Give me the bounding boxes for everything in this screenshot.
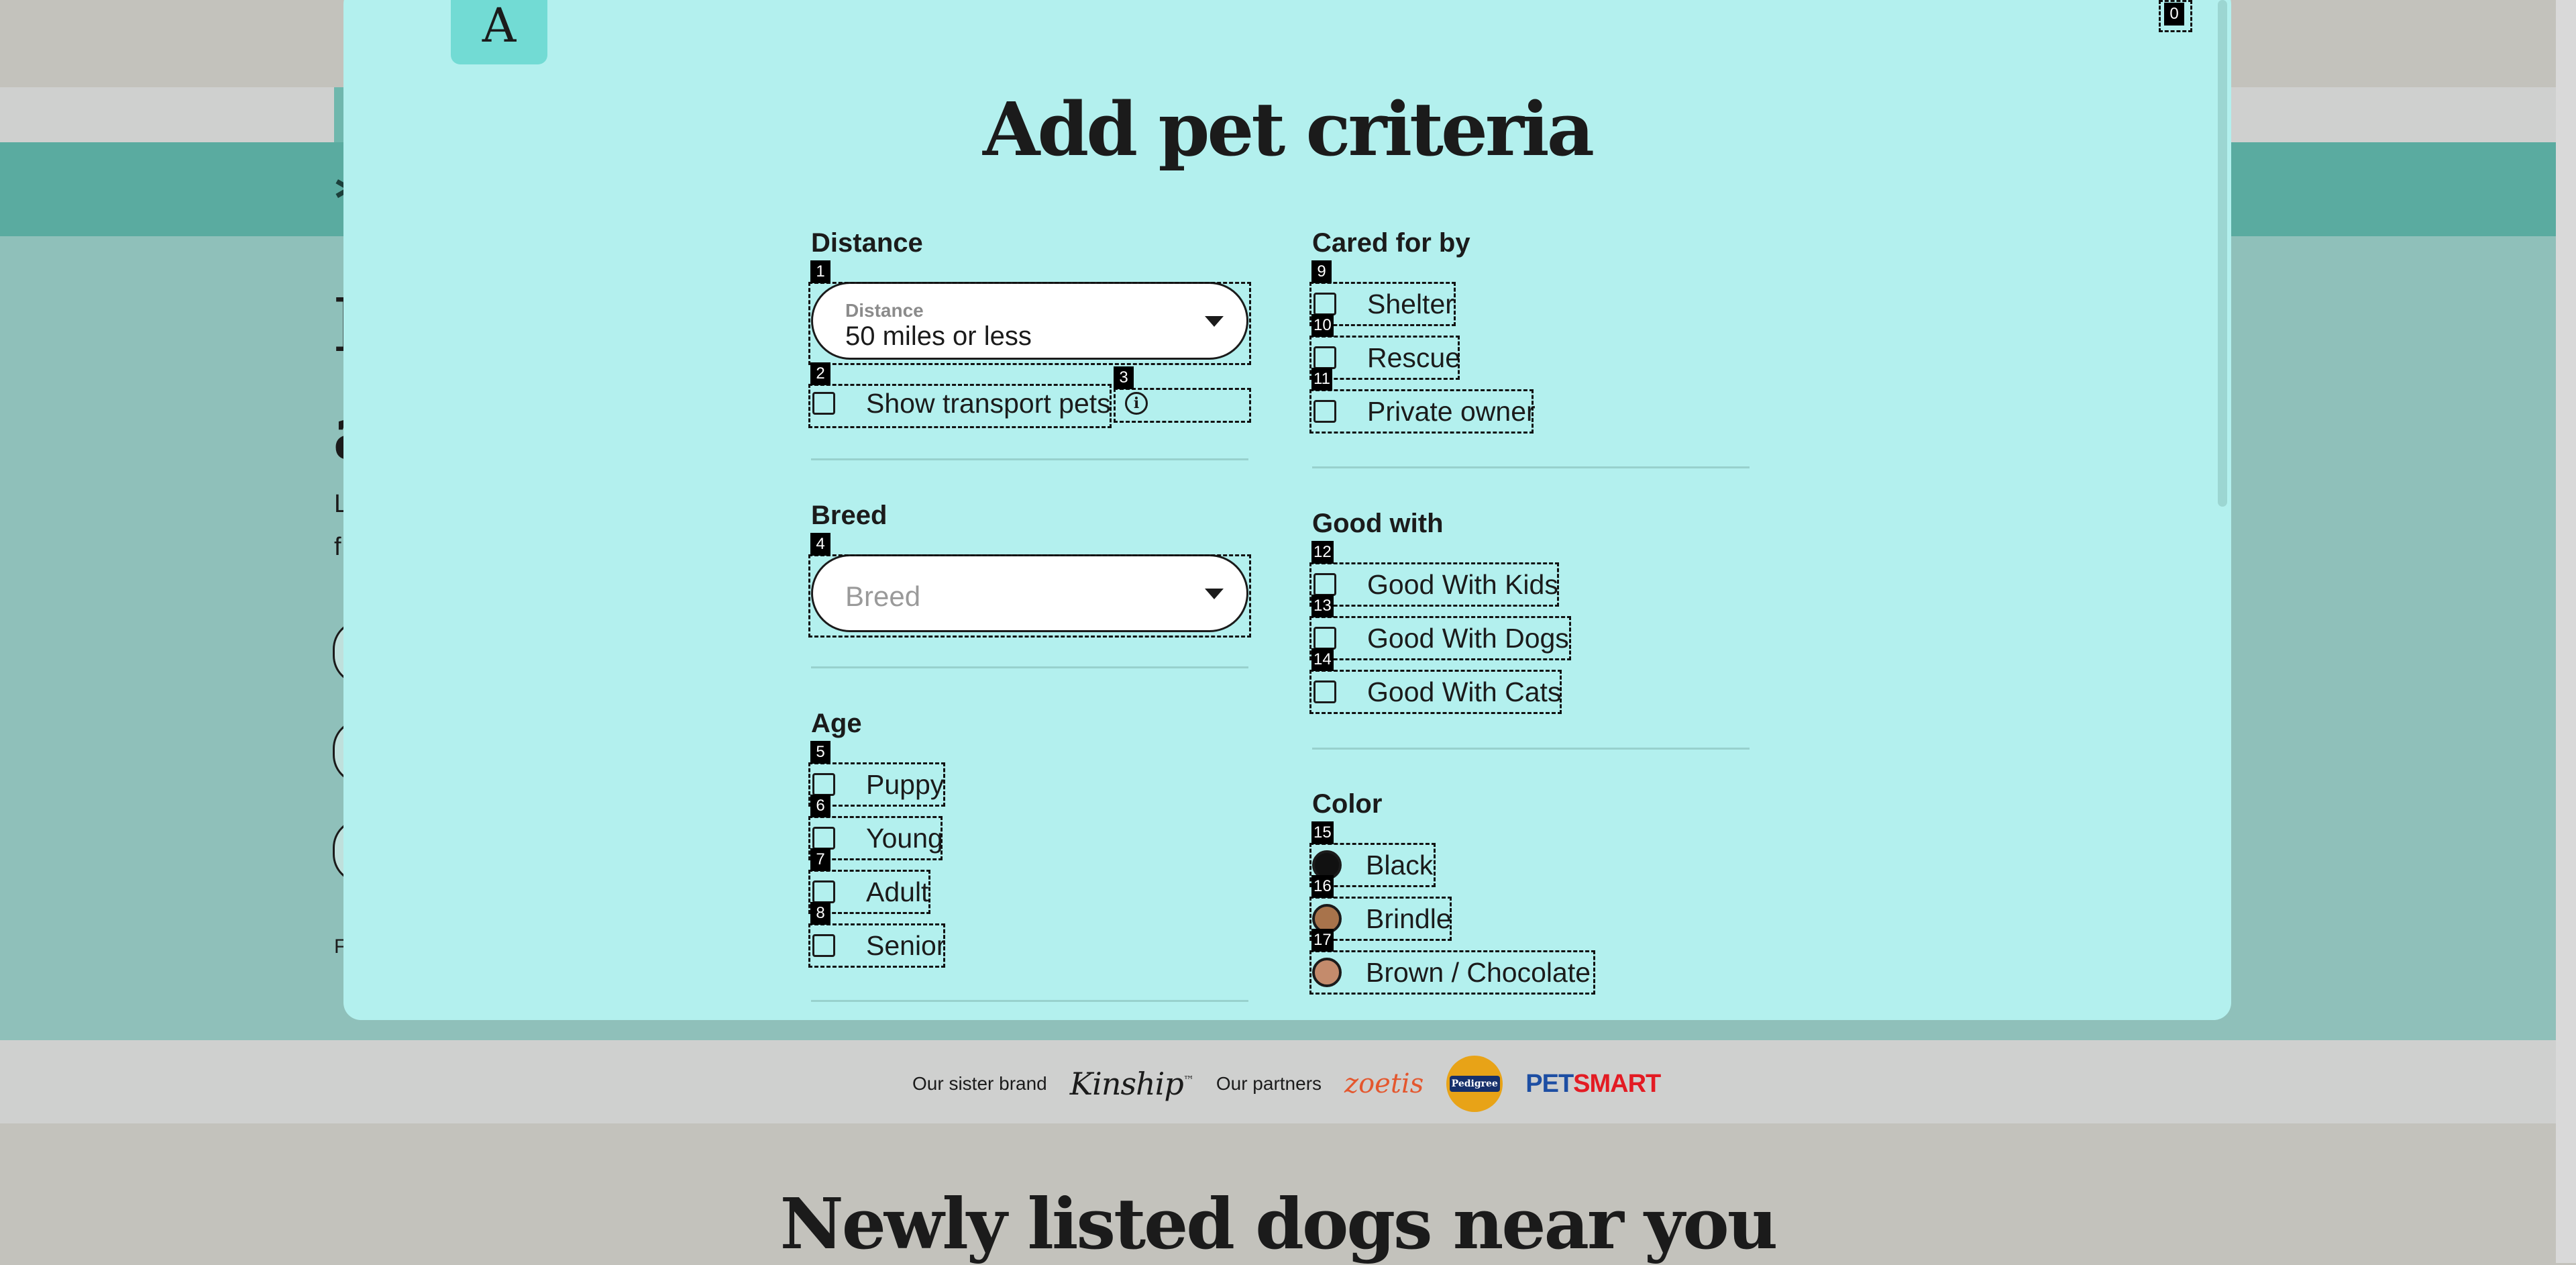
color-option-brown-chocolate[interactable]: Brown / Chocolate xyxy=(1312,954,1591,991)
checkbox-label: Show transport pets xyxy=(866,387,1111,419)
age-option-puppy[interactable]: Puppy xyxy=(812,766,944,803)
breed-section-label: Breed xyxy=(811,501,888,530)
annotation-tag: 12 xyxy=(1311,541,1334,564)
cared-for-by-section-label: Cared for by xyxy=(1312,228,1470,258)
color-label: Black xyxy=(1366,849,1434,880)
checkbox-label: Good With Dogs xyxy=(1367,622,1569,654)
section-divider xyxy=(1312,748,1750,750)
distance-section-label: Distance xyxy=(811,228,923,258)
checkbox-label: Puppy xyxy=(866,768,945,800)
color-label: Brown / Chocolate xyxy=(1366,956,1591,988)
annotation-tag: 7 xyxy=(810,848,830,871)
annotation-tag: 1 xyxy=(810,260,830,283)
checkbox-box[interactable] xyxy=(1313,293,1336,315)
chevron-down-icon xyxy=(1205,589,1224,599)
checkbox-label: Senior xyxy=(866,929,946,961)
annotation-tag: 9 xyxy=(1311,260,1332,283)
checkbox-box[interactable] xyxy=(812,773,835,796)
color-swatch-brown[interactable] xyxy=(1312,958,1342,987)
sister-brand-label: Our sister brand xyxy=(912,1073,1047,1094)
petsmart-logo[interactable]: PETSMART xyxy=(1525,1070,1661,1099)
checkbox-label: Young xyxy=(866,822,943,854)
chevron-down-icon xyxy=(1205,316,1224,327)
info-icon[interactable]: i xyxy=(1125,392,1148,415)
annotation-tag: 14 xyxy=(1311,648,1334,671)
cared-option-shelter[interactable]: Shelter xyxy=(1313,286,1454,322)
annotation-tag: 8 xyxy=(810,902,830,925)
checkbox-label: Adult xyxy=(866,876,929,907)
pedigree-logo[interactable]: Pedigree xyxy=(1446,1056,1503,1112)
section-divider xyxy=(811,458,1248,460)
good-with-cats-option[interactable]: Good With Cats xyxy=(1313,674,1561,710)
annotation-tag: 6 xyxy=(810,795,830,817)
cared-option-private-owner[interactable]: Private owner xyxy=(1313,393,1536,429)
breed-select[interactable]: Breed xyxy=(811,554,1248,632)
checkbox-box[interactable] xyxy=(1313,346,1336,369)
newly-listed-heading: Newly listed dogs near you xyxy=(780,1182,1778,1265)
page-scrollbar[interactable] xyxy=(2556,0,2576,1263)
brand-logo-icon: A xyxy=(451,0,547,64)
distance-select-value: 50 miles or less xyxy=(845,321,1032,351)
annotation-tag: 10 xyxy=(1311,314,1334,337)
checkbox-label: Good With Kids xyxy=(1367,568,1558,600)
good-with-dogs-option[interactable]: Good With Dogs xyxy=(1313,620,1569,656)
annotation-tag: 16 xyxy=(1311,875,1334,898)
annotation-tag: 15 xyxy=(1311,821,1334,844)
hero-text-fragment: f xyxy=(334,533,341,561)
checkbox-label: Private owner xyxy=(1367,395,1536,427)
checkbox-box[interactable] xyxy=(1313,627,1336,650)
section-divider xyxy=(811,666,1248,668)
checkbox-label: Rescue xyxy=(1367,342,1461,373)
age-section-label: Age xyxy=(811,709,862,738)
annotation-tag: 11 xyxy=(1311,368,1332,391)
annotation-tag: 5 xyxy=(810,741,830,764)
section-divider xyxy=(1312,466,1750,468)
partners-row: Our sister brand Kinship™ Our partners z… xyxy=(912,1056,1661,1112)
checkbox-box[interactable] xyxy=(812,392,835,415)
color-section-label: Color xyxy=(1312,789,1383,819)
partners-label: Our partners xyxy=(1216,1073,1322,1094)
annotation-tag: 13 xyxy=(1311,595,1334,617)
distance-select[interactable]: Distance 50 miles or less xyxy=(811,282,1248,360)
annotation-tag: 2 xyxy=(810,362,830,385)
checkbox-label: Shelter xyxy=(1367,288,1454,319)
good-with-section-label: Good with xyxy=(1312,509,1444,538)
cared-option-rescue[interactable]: Rescue xyxy=(1313,340,1460,376)
distance-select-label: Distance xyxy=(845,300,924,321)
pet-criteria-modal: A Add pet criteria Distance Distance 50 … xyxy=(343,0,2231,1020)
annotation-tag: 4 xyxy=(810,533,830,556)
checkbox-box[interactable] xyxy=(1313,573,1336,596)
checkbox-box[interactable] xyxy=(1313,680,1336,703)
modal-title: Add pet criteria xyxy=(982,86,1595,172)
show-transport-pets-checkbox[interactable]: Show transport pets xyxy=(812,385,1111,421)
breed-select-placeholder: Breed xyxy=(845,580,921,612)
checkbox-box[interactable] xyxy=(1313,400,1336,423)
kinship-logo[interactable]: Kinship™ xyxy=(1070,1066,1194,1102)
age-option-senior[interactable]: Senior xyxy=(812,927,946,964)
modal-scrollbar[interactable] xyxy=(2218,0,2227,507)
color-label: Brindle xyxy=(1366,903,1452,934)
good-with-kids-option[interactable]: Good With Kids xyxy=(1313,566,1558,603)
checkbox-box[interactable] xyxy=(812,934,835,957)
age-option-young[interactable]: Young xyxy=(812,820,943,856)
checkbox-box[interactable] xyxy=(812,827,835,850)
checkbox-box[interactable] xyxy=(812,880,835,903)
annotation-tag: 17 xyxy=(1311,929,1334,952)
annotation-tag: 0 xyxy=(2164,3,2184,26)
annotation-tag: 3 xyxy=(1114,366,1134,389)
checkbox-label: Good With Cats xyxy=(1367,676,1562,707)
section-divider xyxy=(811,1000,1248,1002)
zoetis-logo[interactable]: zoetis xyxy=(1344,1068,1424,1099)
